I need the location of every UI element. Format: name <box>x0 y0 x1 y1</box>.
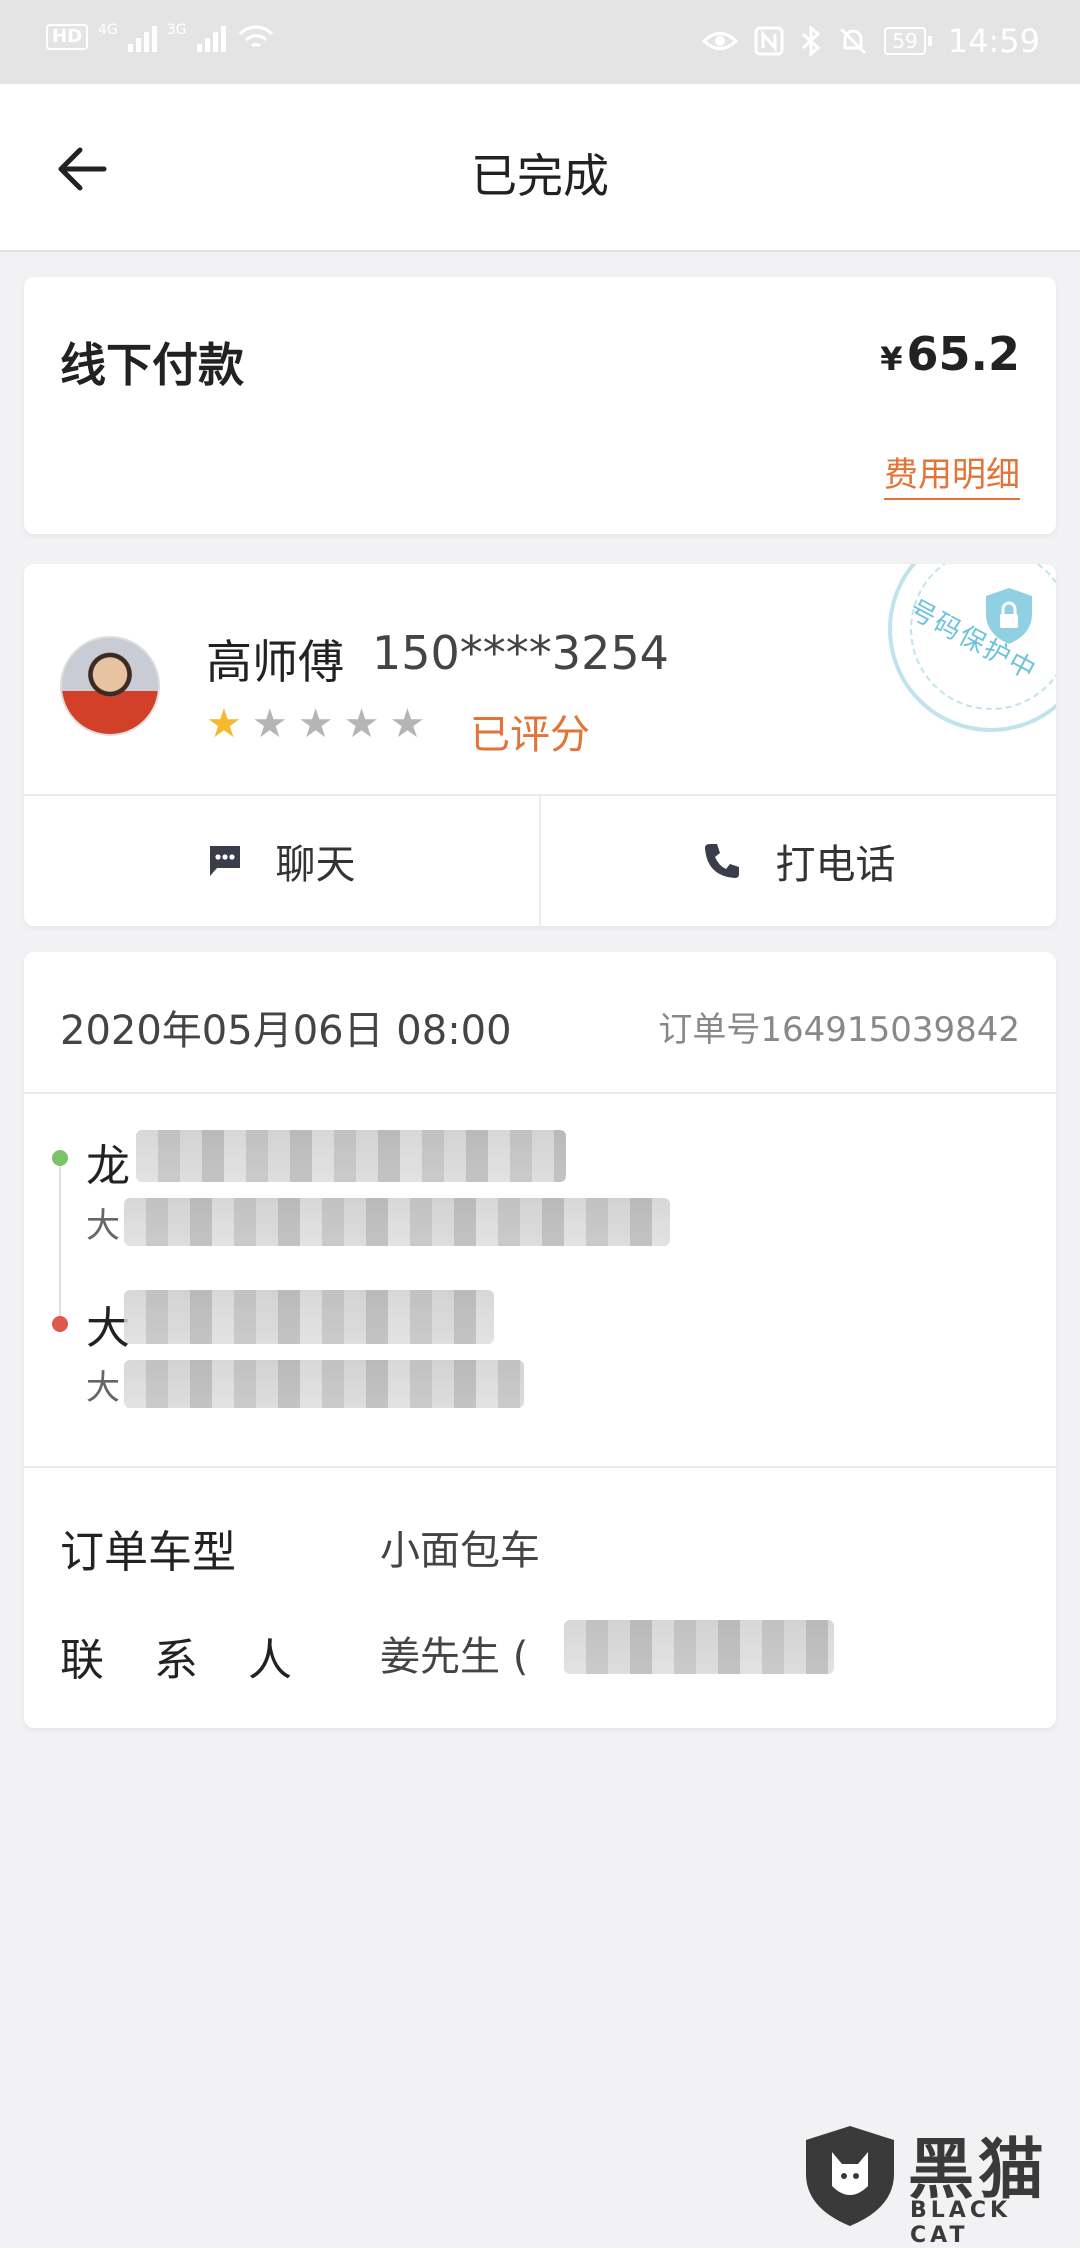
signal-icon <box>196 22 226 52</box>
pickup-address-detail: 大 <box>86 1206 120 1246</box>
payment-card: 线下付款 ¥65.2 费用明细 <box>24 277 1056 534</box>
star-empty-icon: ★ <box>297 701 334 747</box>
call-button[interactable]: 打电话 <box>541 796 1056 926</box>
watermark-subtext: BLACK CAT <box>910 2198 1012 2248</box>
contact-label: 联 系 人 <box>60 1635 310 1686</box>
nfc-icon <box>754 26 784 56</box>
rating-status: 已评分 <box>470 712 590 758</box>
redacted-dropoff-detail <box>124 1360 524 1408</box>
driver-phone: 150****3254 <box>372 626 669 680</box>
phone-icon <box>704 844 739 878</box>
eye-icon <box>702 32 739 50</box>
redacted-dropoff-address <box>124 1290 494 1344</box>
top-nav-bar: 已完成 <box>0 84 1080 252</box>
signal-icon <box>127 22 157 52</box>
network-3g-label: 3G <box>166 22 187 38</box>
pickup-address: 龙 <box>86 1141 130 1192</box>
watermark: 黑猫 BLACK CAT <box>802 2114 1072 2248</box>
divider <box>24 1466 1056 1468</box>
redacted-pickup-detail <box>124 1198 670 1246</box>
clock: 14:59 <box>947 22 1040 60</box>
dropoff-address-detail: 大 <box>86 1368 120 1408</box>
vehicle-type-label: 订单车型 <box>60 1527 236 1578</box>
hd-icon: HD <box>46 24 89 50</box>
payment-amount: ¥65.2 <box>880 327 1020 381</box>
network-4g-label: 4G <box>98 22 118 38</box>
wifi-icon <box>238 25 273 48</box>
order-date: 2020年05月06日 08:00 <box>60 1008 512 1054</box>
driver-name: 高师傅 <box>206 635 344 689</box>
amount-value: 65.2 <box>906 327 1021 381</box>
star-filled-icon: ★ <box>206 701 242 747</box>
star-empty-icon: ★ <box>343 701 380 747</box>
chat-label: 聊天 <box>275 842 356 888</box>
driver-card: 高师傅 150****3254 ★ ★ ★ ★ ★ 已评分 号码保护中 聊天 打电话 <box>24 564 1056 926</box>
redacted-pickup-address <box>136 1130 566 1182</box>
fee-detail-link[interactable]: 费用明细 <box>884 447 1020 500</box>
payment-method-label: 线下付款 <box>60 338 244 392</box>
dropoff-dot <box>52 1316 68 1332</box>
star-empty-icon: ★ <box>389 701 426 747</box>
redacted-contact-phone <box>564 1620 834 1674</box>
chat-button[interactable]: 聊天 <box>24 796 539 926</box>
rating-stars: ★ ★ ★ ★ ★ <box>206 704 425 744</box>
call-label: 打电话 <box>775 842 896 888</box>
divider <box>24 1092 1056 1094</box>
driver-avatar <box>60 636 160 736</box>
vehicle-type-value: 小面包车 <box>380 1528 540 1574</box>
chat-bubble-icon <box>209 846 240 876</box>
number-protection-badge: 号码保护中 <box>888 564 1056 732</box>
route-line <box>59 1156 61 1316</box>
mute-icon <box>840 27 867 55</box>
contact-value: 姜先生 ( <box>380 1634 529 1680</box>
status-bar: HD 4G 3G 59 14:59 <box>0 0 1080 84</box>
star-empty-icon: ★ <box>251 701 288 747</box>
battery-icon: 59 <box>884 27 932 55</box>
bluetooth-icon <box>802 26 821 56</box>
black-cat-logo-icon <box>806 2126 894 2226</box>
order-number: 订单号164915039842 <box>658 1010 1020 1050</box>
order-detail-card: 2020年05月06日 08:00 订单号164915039842 龙 大 大 … <box>24 952 1056 1728</box>
currency-symbol: ¥ <box>880 340 903 378</box>
pickup-dot <box>52 1150 68 1166</box>
page-title: 已完成 <box>471 149 609 203</box>
